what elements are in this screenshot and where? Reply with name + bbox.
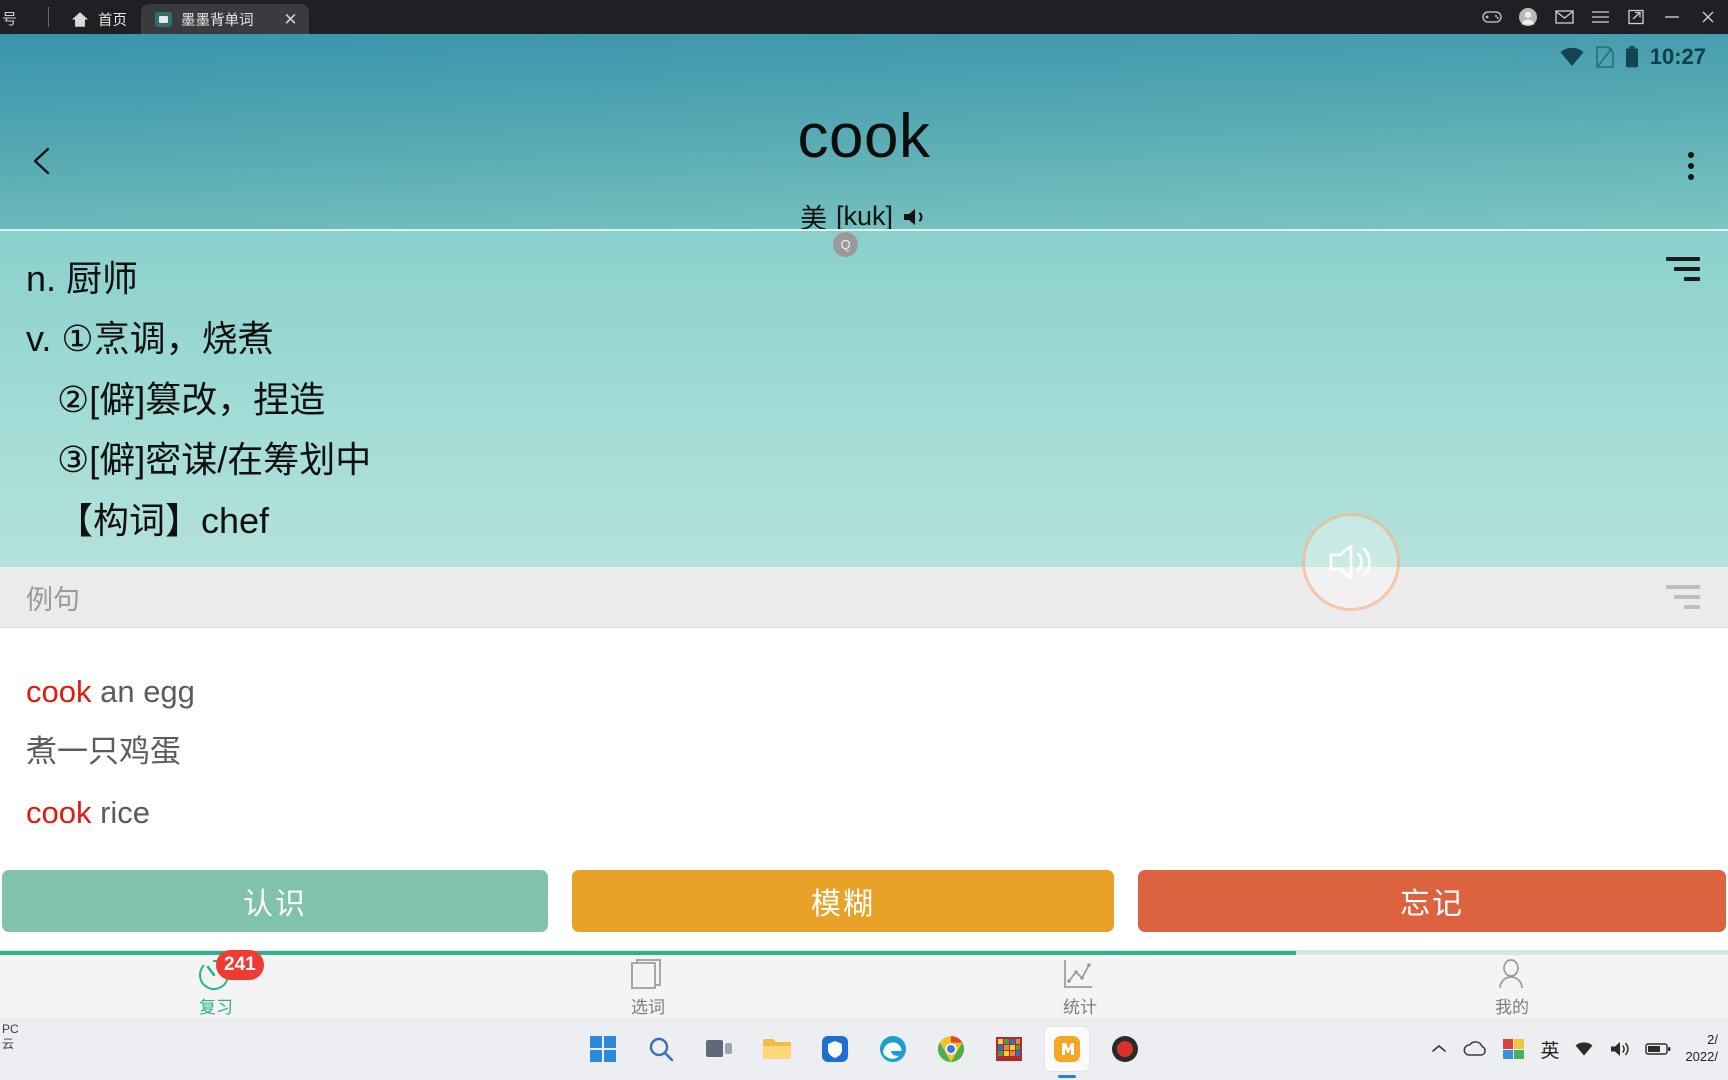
corner-glyph-text: 号	[2, 11, 18, 28]
clock-review-icon: 241	[195, 950, 264, 991]
definition-sort-icon[interactable]	[1666, 257, 1700, 281]
winrar-icon[interactable]	[986, 1026, 1032, 1072]
minimize-icon[interactable]	[1654, 0, 1690, 34]
example-rest: rice	[91, 794, 151, 830]
home-icon	[71, 11, 89, 28]
example-sentence: cook an egg	[26, 662, 1728, 722]
examples-section-header: 例句	[0, 567, 1728, 628]
file-explorer-icon[interactable]	[754, 1026, 800, 1072]
chrome-icon[interactable]	[928, 1026, 974, 1072]
audio-play-fab[interactable]	[1302, 513, 1400, 611]
tab-select-words[interactable]: 选词	[432, 951, 864, 1018]
cloud-icon[interactable]	[1462, 1040, 1488, 1058]
definition-line: ②[僻]篡改，捏造	[57, 378, 326, 420]
edge-legacy-icon[interactable]	[870, 1026, 916, 1072]
definition-line: n. 厨师	[26, 258, 139, 299]
examples-body: cook an egg 煮一只鸡蛋 cook rice	[0, 628, 1728, 843]
android-app-area: 10:27 cook 美 [kuk] n. 厨师 v. ①烹调，烧煮 ②[僻]篡…	[0, 34, 1728, 1018]
tray-wifi-icon[interactable]	[1573, 1040, 1595, 1058]
book-icon	[627, 957, 669, 991]
volume-icon[interactable]	[1609, 1040, 1631, 1058]
tray-battery-icon[interactable]	[1645, 1042, 1671, 1056]
shield-app-icon[interactable]	[812, 1026, 858, 1072]
fuzzy-button[interactable]: 模糊	[572, 870, 1114, 932]
close-window-icon[interactable]	[1690, 0, 1726, 34]
example-translation: 煮一只鸡蛋	[26, 734, 181, 770]
tab-profile[interactable]: 我的	[1296, 951, 1728, 1018]
taskbar-apps	[580, 1018, 1148, 1080]
color-profile-icon[interactable]	[1502, 1038, 1526, 1060]
tab-review-label: 复习	[199, 998, 233, 1017]
tab-statistics[interactable]: 统计	[864, 951, 1296, 1018]
quality-badge[interactable]: Q	[833, 232, 858, 257]
tab-profile-label: 我的	[1495, 998, 1529, 1017]
record-icon[interactable]	[1102, 1026, 1148, 1072]
android-status-bar: 10:27	[1559, 40, 1706, 74]
task-view-icon[interactable]	[696, 1026, 742, 1072]
clock-line-2: 2022/	[1685, 1049, 1718, 1064]
tab-review[interactable]: 241 复习	[0, 950, 432, 1018]
search-icon[interactable]	[638, 1026, 684, 1072]
tab-home-label: 首页	[98, 12, 127, 29]
know-button[interactable]: 认识	[2, 870, 548, 932]
tab-select-words-label: 选词	[631, 998, 665, 1017]
start-button-icon[interactable]	[580, 1026, 626, 1072]
tab-mojibeidanci[interactable]: 墨墨背单词 ✕	[141, 4, 309, 34]
taskbar-corner-text: PC 云	[2, 1022, 19, 1051]
person-icon	[1491, 957, 1533, 991]
menu-icon[interactable]	[1582, 0, 1618, 34]
definition-list: n. 厨师 v. ①烹调，烧煮 ②[僻]篡改，捏造 ③[僻]密谋/在筹划中 【构…	[0, 231, 1728, 551]
word-title: cook	[797, 102, 931, 171]
system-tray: 英 2/ 2022/	[1430, 1018, 1722, 1080]
close-icon[interactable]: ✕	[281, 11, 301, 28]
tab-mojibeidanci-label: 墨墨背单词	[181, 12, 254, 29]
wifi-icon	[1559, 47, 1585, 67]
window-corner-glyph: 号	[0, 0, 42, 34]
word-hero-panel: 10:27 cook 美 [kuk]	[0, 34, 1728, 234]
restore-icon[interactable]	[1618, 0, 1654, 34]
definition-line: ③[僻]密谋/在筹划中	[57, 439, 372, 481]
window-controls	[1474, 0, 1728, 34]
screen-root: 号 首页 墨墨背单词 ✕ 10:27 cook 美 [kuk] n. 厨师 v.…	[0, 0, 1728, 1080]
definition-line: 【构词】chef	[57, 499, 270, 541]
example-keyword: cook	[26, 794, 92, 830]
chart-line-icon	[1059, 957, 1101, 991]
examples-sort-icon[interactable]	[1666, 585, 1700, 609]
windows-taskbar: PC 云 英 2/ 2022/	[0, 1018, 1728, 1080]
clock-line-1: 2/	[1707, 1032, 1718, 1048]
chevron-up-icon[interactable]	[1430, 1043, 1448, 1055]
definition-panel[interactable]: n. 厨师 v. ①烹调，烧煮 ②[僻]篡改，捏造 ③[僻]密谋/在筹划中 【构…	[0, 229, 1728, 567]
example-keyword: cook	[26, 674, 92, 709]
sim-card-icon	[1595, 46, 1614, 68]
battery-icon	[1625, 46, 1639, 68]
definition-line: v. ①烹调，烧煮	[26, 318, 274, 360]
ime-indicator[interactable]: 英	[1540, 1036, 1559, 1063]
gamepad-icon[interactable]	[1474, 0, 1510, 34]
examples-section-title: 例句	[26, 584, 80, 615]
review-count-badge: 241	[216, 950, 264, 980]
tab-statistics-label: 统计	[1063, 998, 1097, 1017]
tab-home[interactable]: 首页	[57, 4, 141, 34]
example-sentence: cook rice	[26, 783, 1728, 843]
taskbar-clock[interactable]: 2/ 2022/	[1685, 1032, 1718, 1066]
titlebar-divider	[48, 7, 49, 27]
example-rest: an egg	[91, 674, 195, 709]
mail-icon[interactable]	[1546, 0, 1582, 34]
window-title-bar: 号 首页 墨墨背单词 ✕	[0, 0, 1728, 34]
account-icon[interactable]	[1510, 0, 1546, 34]
app-icon	[155, 11, 172, 27]
phonetic-text: [kuk]	[835, 201, 894, 231]
status-bar-clock: 10:27	[1649, 44, 1706, 69]
speaker-icon[interactable]	[902, 206, 928, 228]
answer-actions: 认识 模糊 忘记	[0, 870, 1728, 936]
mumu-player-icon[interactable]	[1044, 1026, 1090, 1072]
forget-button[interactable]: 忘记	[1138, 870, 1726, 932]
bottom-tab-bar: 241 复习 选词 统计 我的	[0, 950, 1728, 1018]
